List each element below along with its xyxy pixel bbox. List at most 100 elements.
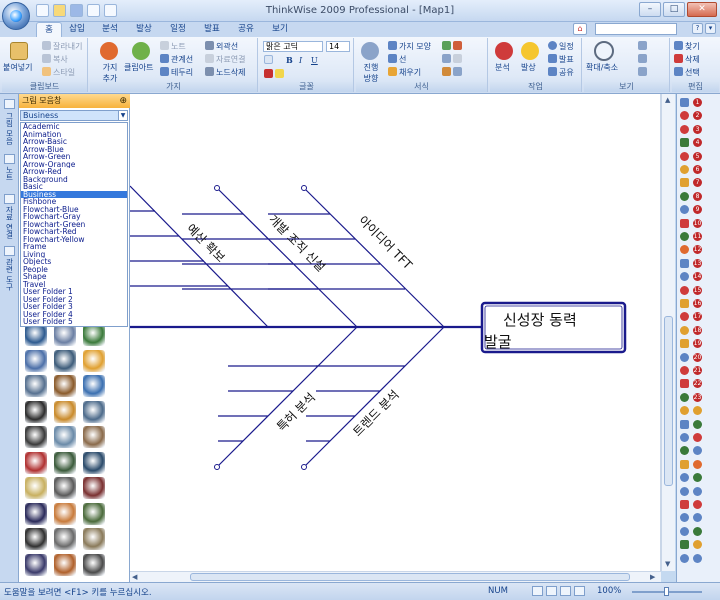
marker-icon[interactable] [680,165,689,174]
clipart-thumbnail[interactable] [25,451,47,474]
priority-number-icon[interactable]: 2 [693,111,702,121]
clipart-thumbnail[interactable] [54,451,76,474]
zoom-button[interactable]: 확대/축소 [586,62,618,73]
clipart-thumbnail[interactable] [25,349,47,372]
tools-tab-icon[interactable] [4,246,15,256]
select-button[interactable]: 선택 [674,67,700,78]
close-button[interactable]: ✕ [687,2,717,17]
gallery-category-item[interactable]: Flowchart-Gray [21,213,127,221]
marker-icon[interactable] [680,232,689,241]
gallery-category-item[interactable]: Academic [21,123,127,131]
analyze-button[interactable]: 분석 [495,62,510,73]
bone-dev-org[interactable] [216,187,358,328]
marker-icon[interactable] [680,245,689,255]
marker-icon[interactable] [680,191,689,201]
view-hand-button[interactable] [638,67,649,78]
bone-trend[interactable] [303,326,445,468]
clipart-thumbnail[interactable] [25,477,47,499]
bone-budget[interactable] [130,185,269,328]
link-tab-icon[interactable] [4,194,15,204]
find-button[interactable]: 찾기 [674,41,700,52]
marker-icon[interactable] [693,459,702,469]
relation-button[interactable]: 관계선 [160,54,193,65]
rail-tab-gallery[interactable]: 그림 모음 [2,112,16,150]
scroll-up-icon[interactable]: ▲ [665,96,670,104]
marker-icon[interactable] [680,98,689,107]
marker-icon[interactable] [680,446,689,456]
gallery-category-item[interactable]: Background [21,176,127,184]
clipart-thumbnail[interactable] [83,502,105,525]
priority-number-icon[interactable]: 11 [693,232,702,241]
scroll-left-icon[interactable]: ◀ [132,573,137,581]
clipart-thumbnail[interactable] [25,400,47,423]
gallery-category-item[interactable]: User Folder 1 [21,288,127,296]
font-name-select[interactable]: 맑은 고딕 [263,41,323,52]
gallery-category-item[interactable]: Flowchart-Red [21,228,127,236]
marker-icon[interactable] [680,218,689,228]
marker-icon[interactable] [680,258,689,268]
clipart-thumbnail[interactable] [54,375,76,397]
bone-endpoint[interactable] [214,185,220,191]
gallery-category-item[interactable]: People [21,266,127,274]
clipart-thumbnail[interactable] [83,451,105,474]
marker-icon[interactable] [680,205,689,215]
priority-number-icon[interactable]: 4 [693,138,702,148]
priority-number-icon[interactable]: 13 [693,258,702,268]
scroll-down-icon[interactable]: ▼ [665,560,670,568]
marker-icon[interactable] [680,513,689,523]
marker-icon[interactable] [693,526,702,536]
clipart-thumbnail[interactable] [54,553,76,576]
minimize-button[interactable]: – [639,2,661,17]
marker-icon[interactable] [693,446,702,456]
scroll-right-icon[interactable]: ▶ [650,573,655,581]
marker-icon[interactable] [680,406,689,416]
marker-icon[interactable] [680,352,689,362]
priority-number-icon[interactable]: 14 [693,272,702,282]
clipart-thumbnail[interactable] [54,324,76,346]
delete-node-button[interactable]: 노드삭제 [205,67,245,78]
gallery-category-item[interactable]: Shape [21,273,127,281]
clipart-thumbnail[interactable] [25,426,47,448]
marker-icon[interactable] [680,459,689,469]
marker-icon[interactable] [680,419,689,429]
rail-tab-tools[interactable]: 관련 도구 [2,258,16,296]
marker-icon[interactable] [693,553,702,563]
priority-number-icon[interactable]: 16 [693,299,702,308]
options-icon[interactable]: ▾ [705,23,716,34]
clipart-thumbnail[interactable] [83,375,105,397]
gallery-category-item[interactable]: Arrow-Orange [21,161,127,169]
tab-view[interactable]: 보기 [268,22,292,37]
horizontal-scroll-thumb[interactable] [190,573,630,581]
marker-icon[interactable] [680,285,689,295]
gallery-category-item[interactable]: User Folder 4 [21,311,127,319]
copy-button[interactable]: 복사 [42,54,68,65]
marker-icon[interactable] [693,513,702,523]
gallery-category-item[interactable]: Objects [21,258,127,266]
gallery-category-item[interactable]: Arrow-Red [21,168,127,176]
marker-icon[interactable] [693,433,702,442]
gallery-category-item[interactable]: Flowchart-Yellow [21,236,127,244]
presentation-button[interactable]: 발표 [548,54,574,65]
tab-insert[interactable]: 삽입 [66,22,88,37]
priority-number-icon[interactable]: 23 [693,392,702,402]
clipart-thumbnail[interactable] [54,477,76,499]
italic-toggle[interactable]: I [299,55,302,66]
clipart-thumbnail[interactable] [83,553,105,576]
gallery-category-item[interactable]: Flowchart-Blue [21,206,127,214]
branch-label-budget[interactable]: 예산 확보 [184,221,228,265]
priority-number-icon[interactable]: 7 [693,178,702,188]
view-outline-icon[interactable] [546,586,557,596]
priority-number-icon[interactable]: 6 [693,165,702,174]
marker-icon[interactable] [680,553,689,563]
pattern-button[interactable] [442,54,464,65]
gallery-category-item[interactable]: Flowchart-Green [21,221,127,229]
layout-direction-button[interactable]: 진행 방향 [360,62,382,84]
clipart-thumbnail[interactable] [25,502,47,525]
data-link-button[interactable]: 자료연결 [205,54,245,65]
view-gantt-icon[interactable] [574,586,585,596]
gallery-category-item[interactable]: Living [21,251,127,259]
tab-analyze[interactable]: 분석 [98,22,122,37]
clipart-thumbnail[interactable] [25,553,47,576]
line-button[interactable]: 선 [388,54,406,65]
clipart-thumbnail[interactable] [83,349,105,372]
